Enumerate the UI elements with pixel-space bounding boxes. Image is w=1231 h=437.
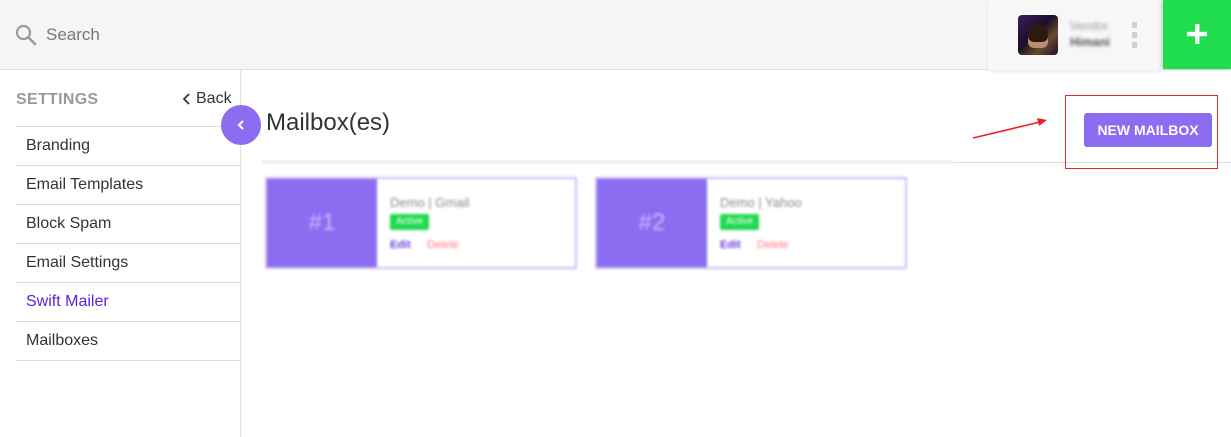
sidebar-item-mailboxes[interactable]: Mailboxes — [16, 322, 240, 361]
sidebar-item-email-settings[interactable]: Email Settings — [16, 244, 240, 283]
user-menu[interactable]: Vendor Himani — [988, 0, 1163, 70]
mailbox-name: Demo | Yahoo — [720, 195, 802, 210]
search-icon[interactable] — [14, 23, 38, 47]
page-title: Mailbox(es) — [266, 109, 391, 136]
mailbox-number: #1 — [267, 179, 377, 267]
divider — [262, 160, 952, 164]
collapse-sidebar-button[interactable] — [221, 105, 261, 145]
mailbox-number: #2 — [597, 179, 707, 267]
chevron-left-icon — [237, 120, 244, 130]
sidebar-item-swift-mailer[interactable]: Swift Mailer — [16, 283, 240, 322]
annotation-arrow-icon — [972, 118, 1047, 139]
user-info: Vendor Himani — [1070, 18, 1130, 50]
delete-link[interactable]: Delete — [427, 239, 459, 251]
settings-menu: Branding Email Templates Block Spam Emai… — [16, 126, 240, 361]
mailbox-name: Demo | Gmail — [390, 195, 470, 210]
kebab-menu-icon[interactable] — [1131, 22, 1137, 48]
sidebar-item-branding[interactable]: Branding — [16, 127, 240, 166]
sidebar-title: SETTINGS — [16, 91, 99, 108]
back-link[interactable]: Back — [180, 90, 232, 108]
add-button[interactable] — [1163, 0, 1231, 69]
delete-link[interactable]: Delete — [757, 239, 789, 251]
settings-sidebar: SETTINGS Back Branding Email Templates B… — [0, 70, 241, 437]
search-input[interactable] — [46, 22, 446, 48]
sidebar-item-email-templates[interactable]: Email Templates — [16, 166, 240, 205]
user-role: Vendor — [1070, 19, 1109, 33]
chevron-left-icon — [182, 93, 190, 105]
mailbox-card[interactable]: #2 Demo | Yahoo Active Edit Delete — [595, 177, 907, 269]
mailbox-card[interactable]: #1 Demo | Gmail Active Edit Delete — [265, 177, 577, 269]
user-name: Himani — [1070, 35, 1111, 49]
new-mailbox-button[interactable]: NEW MAILBOX — [1084, 113, 1212, 147]
edit-link[interactable]: Edit — [390, 239, 411, 251]
edit-link[interactable]: Edit — [720, 239, 741, 251]
sidebar-item-block-spam[interactable]: Block Spam — [16, 205, 240, 244]
status-badge: Active — [720, 214, 760, 230]
plus-icon — [1187, 24, 1207, 44]
back-label: Back — [196, 90, 232, 107]
status-badge: Active — [390, 214, 430, 230]
top-bar: Vendor Himani — [0, 0, 1231, 70]
avatar[interactable] — [1018, 15, 1058, 55]
